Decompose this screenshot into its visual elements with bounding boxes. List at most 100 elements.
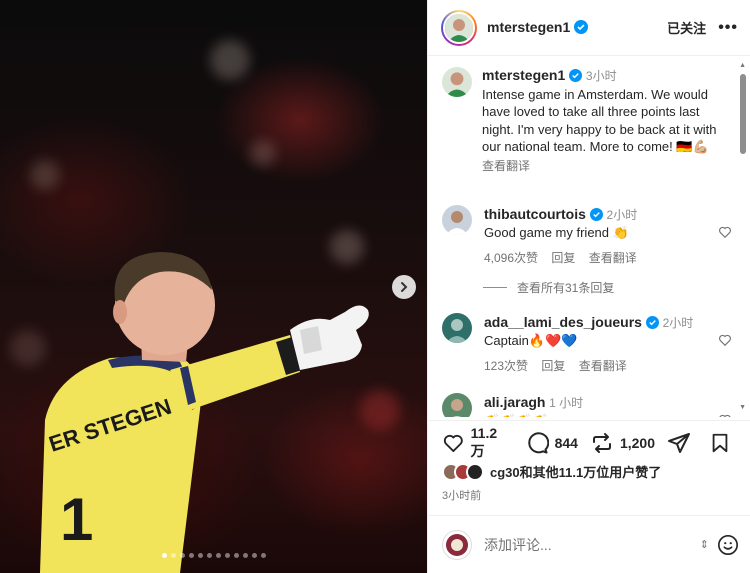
carousel-dot[interactable]: [233, 553, 239, 558]
verified-icon: [574, 19, 589, 34]
comment-translate-link[interactable]: 查看翻译: [589, 251, 637, 265]
jersey-number: 1: [60, 486, 93, 553]
carousel-dot[interactable]: [197, 553, 203, 558]
comment-actions: 4,096次赞 回复 查看翻译: [484, 249, 647, 267]
carousel-dot[interactable]: [251, 553, 257, 558]
author-username-wrap: mterstegen1: [487, 19, 589, 37]
commenter-avatar[interactable]: [442, 393, 472, 417]
carousel-dot[interactable]: [206, 553, 212, 558]
heart-icon: [443, 434, 463, 452]
carousel-dot[interactable]: [242, 553, 248, 558]
comment-translate-link[interactable]: 查看翻译: [579, 359, 627, 373]
view-replies-label: 查看所有31条回复: [517, 281, 615, 295]
next-image-button[interactable]: [392, 275, 416, 299]
caption-content: mterstegen1 3小时 Intense game in Amsterda…: [482, 67, 722, 175]
heart-icon[interactable]: [718, 225, 732, 239]
avatar-image: [451, 399, 463, 417]
chevron-right-icon: [401, 282, 408, 292]
comment-likes[interactable]: 4,096次赞: [484, 251, 538, 265]
comment-time: 2小时: [662, 316, 694, 330]
liked-by-text: cg30和其他11.1万位用户赞了: [490, 465, 662, 480]
comment-actions: 123次赞 回复 查看翻译: [484, 357, 693, 375]
repost-icon: [592, 432, 611, 453]
expand-arrows-icon[interactable]: ⇕: [700, 538, 709, 551]
comment-username[interactable]: ali.jaragh: [484, 394, 545, 410]
comment-reply-button[interactable]: 回复: [541, 359, 565, 373]
goalkeeper-figure: ER STEGEN 1: [40, 252, 369, 573]
comment-username[interactable]: ada__lami_des_joueurs: [484, 314, 642, 330]
carousel-dot[interactable]: [224, 553, 230, 558]
caption-time: 3小时: [585, 69, 617, 83]
send-icon: [668, 432, 690, 453]
current-user-avatar: [442, 529, 472, 560]
view-replies-button[interactable]: 查看所有31条回复: [483, 279, 614, 296]
post-caption: mterstegen1 3小时 Intense game in Amsterda…: [442, 67, 732, 175]
divider-line: [483, 287, 507, 288]
carousel-dot[interactable]: [188, 553, 194, 558]
likes-count: 11.2 万: [470, 424, 498, 459]
share-button[interactable]: [667, 431, 697, 455]
verified-icon: [645, 316, 659, 329]
comment-likes[interactable]: 123次赞: [484, 359, 528, 373]
following-button[interactable]: 已关注: [667, 18, 706, 37]
carousel-dot[interactable]: [260, 553, 266, 558]
more-horizontal-icon[interactable]: •••: [718, 19, 738, 37]
commenter-avatar[interactable]: [442, 313, 472, 343]
comment-time: 1 小时: [549, 396, 584, 410]
avatar-image: [442, 67, 472, 97]
caption-username[interactable]: mterstegen1: [482, 67, 565, 83]
comment-button[interactable]: 844: [525, 431, 578, 455]
save-button[interactable]: [709, 432, 737, 454]
heart-icon[interactable]: [718, 413, 732, 417]
verified-icon: [569, 69, 583, 82]
author-avatar[interactable]: [441, 9, 477, 46]
carousel-dots: [0, 553, 427, 558]
comment-item: ada__lami_des_joueurs 2小时 Captain🔥❤️💙 12…: [442, 313, 732, 375]
commenter-avatar[interactable]: [442, 205, 472, 235]
comment-text: Good game my friend 👏: [484, 225, 629, 240]
post-actions-bar: 11.2 万 844 1,200: [428, 420, 750, 464]
avatar: [466, 462, 484, 481]
carousel-dot[interactable]: [161, 553, 167, 558]
emoji-icon[interactable]: [717, 534, 739, 556]
caption-text: Intense game in Amsterdam. We would have…: [482, 86, 717, 155]
post-photo: ER STEGEN 1: [0, 0, 427, 573]
caption-translate-link[interactable]: 查看翻译: [482, 158, 722, 176]
post-side-panel: mterstegen1 已关注 ••• mterstegen1 3小时 Inte…: [427, 0, 750, 573]
post-header: mterstegen1 已关注 •••: [428, 0, 750, 56]
liked-by-row[interactable]: cg30和其他11.1万位用户赞了: [442, 462, 661, 481]
post-timestamp: 3小时前: [442, 490, 482, 502]
comment-text: Captain🔥❤️💙: [484, 333, 578, 348]
carousel-dot[interactable]: [179, 553, 185, 558]
comment-body: thibautcourtois 2小时 Good game my friend …: [484, 205, 647, 267]
scroll-down-arrow[interactable]: ▼: [739, 404, 746, 411]
comment-input[interactable]: [484, 536, 700, 553]
reposts-count: 1,200: [619, 434, 655, 451]
comment-time: 2小时: [606, 208, 638, 222]
caption-avatar[interactable]: [442, 67, 472, 97]
comments-scrollbar[interactable]: [740, 74, 746, 154]
heart-icon[interactable]: [718, 333, 732, 347]
comment-username[interactable]: thibautcourtois: [484, 206, 586, 222]
avatar-image: [446, 319, 468, 343]
comment-reply-button[interactable]: 回复: [551, 251, 575, 265]
avatar-image: [446, 211, 468, 235]
comment-body: ada__lami_des_joueurs 2小时 Captain🔥❤️💙 12…: [484, 313, 693, 375]
repost-button[interactable]: 1,200: [590, 431, 655, 455]
comment-icon: [527, 431, 549, 453]
avatar-image: [445, 13, 473, 42]
comment-item: thibautcourtois 2小时 Good game my friend …: [442, 205, 732, 267]
like-button[interactable]: 11.2 万: [442, 425, 513, 461]
author-username[interactable]: mterstegen1: [487, 19, 570, 35]
carousel-dot[interactable]: [215, 553, 221, 558]
scroll-up-arrow[interactable]: ▲: [739, 62, 746, 69]
carousel-dot[interactable]: [170, 553, 176, 558]
comments-count: 844: [554, 434, 578, 451]
comment-text: 👏👏👏👏: [484, 413, 549, 417]
bookmark-icon: [712, 433, 728, 452]
add-comment-bar: ⇕: [428, 515, 750, 573]
verified-icon: [589, 208, 603, 221]
comment-item: ali.jaragh 1 小时 👏👏👏👏: [442, 393, 732, 417]
comment-body: ali.jaragh 1 小时 👏👏👏👏: [484, 393, 583, 417]
liked-by-avatars: [442, 462, 484, 481]
